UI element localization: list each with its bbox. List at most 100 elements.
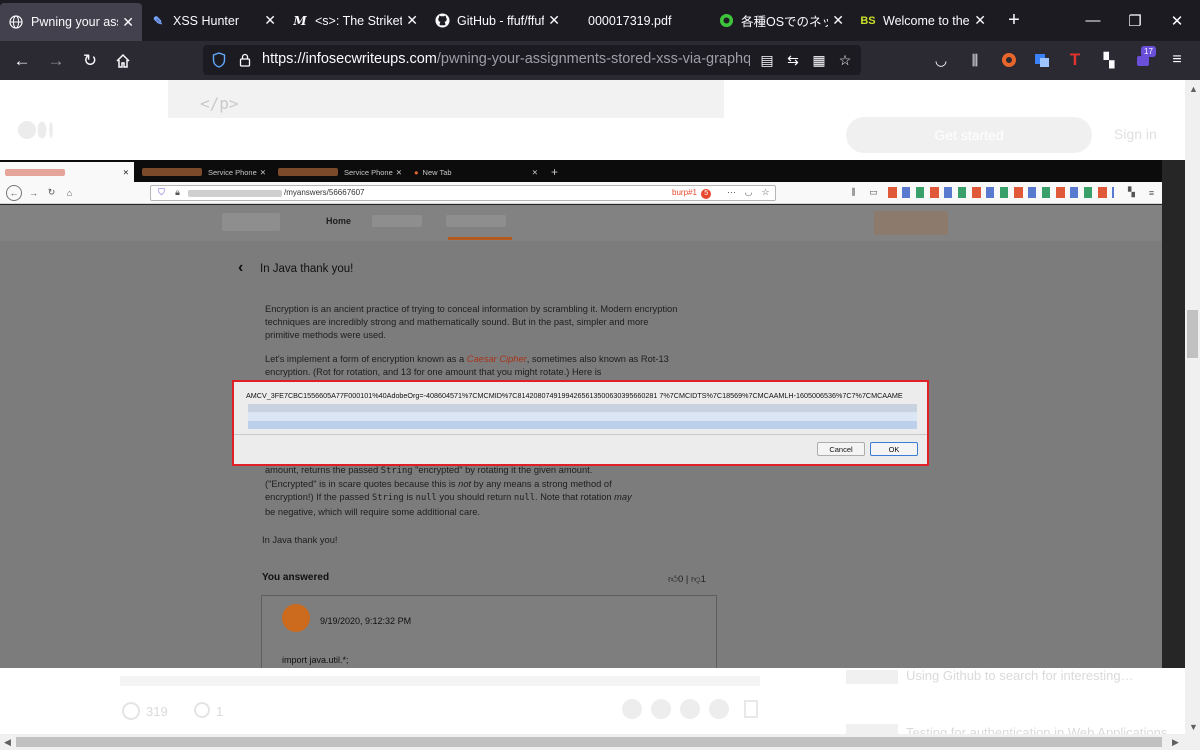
tab-github-ffuf[interactable]: GitHub - ffuf/ffuf: ✕ (426, 0, 568, 41)
lock-icon[interactable] (236, 51, 254, 69)
translate-extension-icon[interactable] (1032, 50, 1052, 70)
sign-in-link[interactable]: Sign in (1114, 126, 1157, 142)
github-icon (434, 13, 450, 29)
facebook-share-icon[interactable] (651, 699, 671, 719)
tab-label: <s>: The Strikethr (315, 13, 403, 28)
inner-tab-label: New Tab (422, 167, 452, 177)
hamburger-menu-icon[interactable]: ≡ (1167, 50, 1187, 70)
thumbs-up-icon: 👍︎ (668, 574, 678, 585)
linkedin-share-icon[interactable] (680, 699, 700, 719)
qr-code-icon[interactable]: ▦ (810, 51, 828, 69)
blurred-host (188, 190, 282, 197)
responses-icon[interactable] (194, 702, 210, 718)
dialog-cancel-button: Cancel (817, 442, 865, 456)
dialog-divider (234, 434, 927, 435)
answer-avatar (282, 604, 310, 632)
link-share-icon[interactable] (709, 699, 729, 719)
vote-counts: 👍︎0 | 👎︎1 (668, 574, 706, 585)
vertical-scrollbar[interactable] (1185, 80, 1200, 734)
inline-code: String (380, 466, 413, 476)
tab-pwning[interactable]: Pwning your assig ✕ (0, 3, 142, 41)
reload-icon[interactable]: ↻ (77, 48, 103, 74)
medium-logo-icon[interactable] (18, 120, 58, 140)
home-icon[interactable] (110, 48, 136, 74)
para3-emphasis: may (614, 492, 632, 503)
minimize-button[interactable]: — (1072, 0, 1114, 41)
scroll-up-arrow-icon[interactable]: ▲ (1189, 84, 1198, 94)
tab-label: Welcome to the B (883, 13, 970, 28)
answer-code: import java.util.*; (282, 655, 349, 665)
inner-forward-icon: → (29, 187, 38, 198)
close-tab-icon[interactable]: ✕ (832, 12, 844, 29)
clap-icon[interactable] (122, 702, 140, 720)
sidebar-thumbnail (846, 724, 898, 734)
back-arrow-icon[interactable]: ← (9, 48, 35, 74)
mdn-icon: M (293, 13, 307, 28)
downvote-count: 1 (700, 574, 706, 585)
url-text[interactable]: https://infosecwriteups.com/pwning-your-… (262, 51, 750, 69)
forward-arrow-icon[interactable]: → (43, 48, 69, 74)
dialog-blurred-text (248, 404, 917, 429)
shield-icon[interactable] (210, 51, 228, 69)
scroll-left-arrow-icon[interactable]: ◀ (4, 737, 11, 748)
scroll-right-arrow-icon[interactable]: ▶ (1172, 737, 1179, 748)
blurred-line (248, 413, 917, 421)
close-tab-icon[interactable]: ✕ (264, 12, 276, 29)
pen-icon: ✎ (152, 13, 164, 28)
blurred-avatar (874, 211, 948, 235)
close-tab-icon: ✕ (122, 167, 129, 177)
blurred-favicon (142, 168, 202, 176)
green-circle-icon (718, 13, 734, 29)
tab-xss-hunter[interactable]: ✎ XSS Hunter ✕ (142, 0, 284, 41)
tab-strikethrough[interactable]: M <s>: The Strikethr ✕ (284, 0, 426, 41)
translate-icon[interactable]: ⇆ (784, 51, 802, 69)
new-tab-button[interactable]: + (994, 0, 1034, 41)
vertical-scroll-thumb[interactable] (1187, 310, 1198, 358)
horizontal-scroll-thumb[interactable] (16, 737, 1162, 747)
pocket-icon[interactable]: ◡ (931, 50, 951, 70)
you-answered-heading: You answered (262, 572, 330, 583)
bookmark-icon[interactable] (744, 700, 758, 718)
apps-grid-icon[interactable]: ▚ (1099, 50, 1119, 70)
question-paragraph-1: Encryption is an ancient practice of try… (265, 304, 678, 341)
para3-text: . Note that rotation (535, 492, 615, 503)
answer-timestamp: 9/19/2020, 9:12:32 PM (320, 616, 412, 626)
question-closing: In Java thank you! (262, 535, 338, 545)
tab-label: XSS Hunter (173, 13, 240, 28)
embedded-edge (1162, 160, 1185, 668)
tab-label: 各種OSでのネットワ (741, 15, 829, 29)
get-started-button[interactable]: Get started (846, 117, 1092, 153)
close-tab-icon[interactable]: ✕ (974, 12, 986, 29)
para3-text: by any means a strong method of (471, 479, 612, 490)
close-tab-icon[interactable]: ✕ (548, 12, 560, 29)
para3-text: "encrypted" by rotating it the given amo… (412, 465, 593, 475)
bookmark-star-icon[interactable]: ☆ (836, 51, 854, 69)
blurred-nav-item (446, 215, 506, 227)
scroll-down-arrow-icon[interactable]: ▼ (1189, 722, 1198, 732)
close-tab-icon[interactable]: ✕ (406, 12, 418, 29)
para2-text: Let's implement a form of encryption kno… (265, 354, 467, 364)
question-paragraph-2: Let's implement a form of encryption kno… (265, 353, 685, 379)
reader-view-icon[interactable]: ▤ (758, 51, 776, 69)
library-icon[interactable]: ⫼ (965, 50, 985, 70)
tab-label: Pwning your assig (31, 15, 118, 29)
t-extension-icon[interactable]: T (1065, 50, 1085, 70)
close-window-button[interactable]: ✕ (1156, 0, 1198, 41)
tab-network-os[interactable]: 各種OSでのネットワ ✕ (710, 0, 852, 41)
back-chevron-icon: ‹ (238, 259, 244, 276)
sidebar-article-link[interactable]: Using Github to search for interesting… (906, 668, 1134, 683)
inner-reload-icon: ↻ (47, 187, 56, 197)
tab-pdf[interactable]: 000017319.pdf (568, 0, 710, 41)
inner-shield-icon: ⛉ (158, 187, 165, 197)
inner-more-icon: ⋯ (727, 187, 736, 197)
restore-button[interactable]: ❐ (1114, 0, 1156, 41)
inner-home-icon: ⌂ (66, 187, 73, 198)
extension-fox-icon[interactable] (999, 50, 1019, 70)
tab-bs[interactable]: BS Welcome to the B ✕ (852, 0, 994, 41)
inner-tab-new: ● New Tab ✕ (409, 162, 543, 182)
globe-icon (8, 14, 24, 30)
close-tab-icon[interactable]: ✕ (122, 14, 134, 31)
embedded-screenshot: ✕ Service Phone ✕ Service Phone ✕ ● New … (0, 160, 1185, 668)
para3-text: ("Encrypted" is in scare quotes because … (265, 479, 459, 490)
twitter-share-icon[interactable] (622, 699, 642, 719)
